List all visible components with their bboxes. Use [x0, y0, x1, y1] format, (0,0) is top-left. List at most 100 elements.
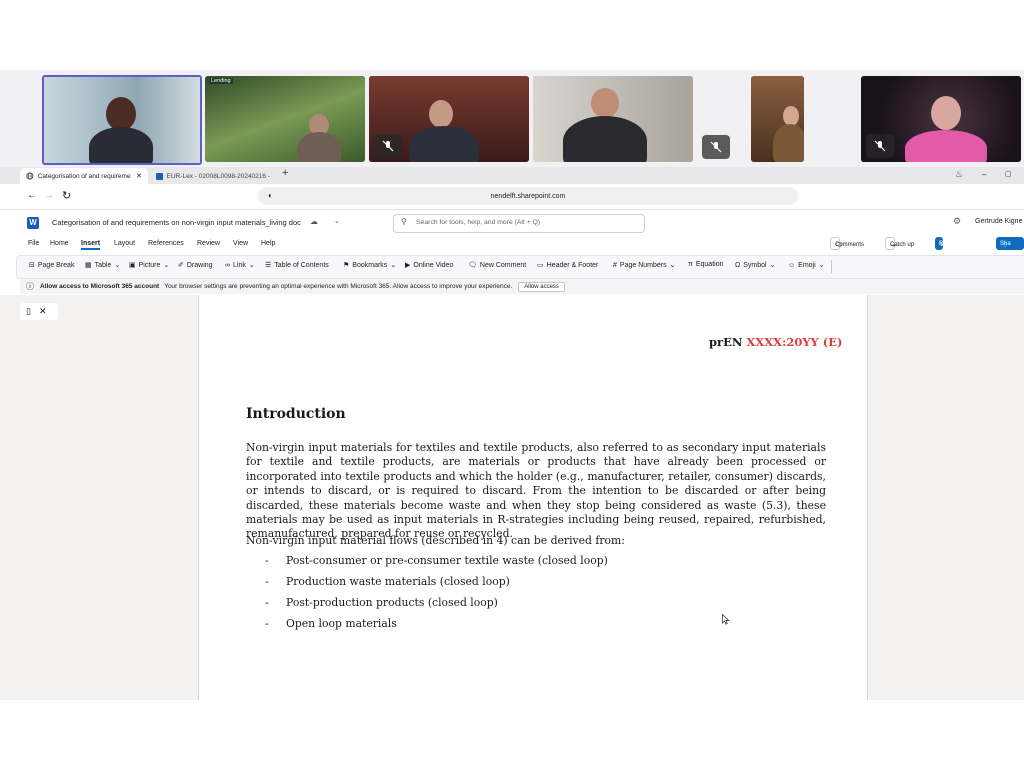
word-menu-bar: File Home Insert Layout References Revie… — [0, 236, 1024, 254]
list-item-text: Open loop materials — [286, 617, 397, 630]
tab-title: EUR-Lex - 02008L0098-20240216 - — [166, 172, 270, 180]
share-button[interactable]: 👥 Sha — [996, 237, 1024, 250]
user-name[interactable]: Gertrude Kigne — [975, 218, 1022, 225]
back-arrow-icon[interactable]: ← — [27, 190, 37, 201]
search-icon: ⚲ — [401, 217, 407, 226]
menu-review[interactable]: Review — [197, 240, 220, 247]
restore-button[interactable]: ▢ — [1005, 170, 1012, 178]
video-icon: ▶ — [405, 262, 411, 269]
link-icon: ∞ — [225, 261, 230, 269]
muted-mic-icon — [702, 135, 730, 159]
chevron-down-icon: ⌄ — [390, 262, 397, 269]
notice-bar: ⓘ Allow access to Microsoft 365 account … — [20, 279, 1024, 294]
document-page[interactable]: prEN XXXX:20YY (E) Introduction Non-virg… — [198, 295, 868, 700]
info-icon: ⓘ — [26, 282, 34, 291]
chevron-down-icon: ⌄ — [818, 262, 825, 269]
tile-label: Lending — [209, 78, 233, 84]
chevron-down-icon: ⌄ — [669, 262, 676, 269]
chevron-down-icon: ⌄ — [769, 262, 776, 269]
paragraph-intro: Non-virgin input materials for textiles … — [246, 441, 826, 541]
header-footer-button[interactable]: ▭ Header & Footer — [537, 261, 598, 270]
header-prefix: prEN — [709, 335, 743, 349]
new-comment-button[interactable]: 🗨 New Comment — [468, 261, 526, 270]
notice-title: Allow access to Microsoft 365 account — [40, 283, 160, 290]
bullet-marker: - — [265, 575, 269, 588]
table-icon: ▦ — [85, 262, 92, 269]
online-video-button[interactable]: ▶ Online Video — [405, 261, 453, 270]
menu-help[interactable]: Help — [261, 240, 275, 247]
menu-layout[interactable]: Layout — [114, 240, 135, 247]
allow-access-button[interactable]: Allow access — [518, 281, 565, 292]
bullet-marker: - — [265, 617, 269, 630]
bullet-marker: - — [265, 554, 269, 567]
symbol-button[interactable]: Ω Symbol ⌄ — [735, 261, 776, 270]
close-icon[interactable]: ✕ — [39, 306, 47, 317]
picture-button[interactable]: ▣ Picture ⌄ — [129, 261, 170, 270]
participant-tile[interactable] — [42, 75, 202, 165]
new-tab-button[interactable]: + — [282, 167, 288, 179]
comments-button[interactable]: 🗨 Comments — [830, 237, 864, 250]
site-info-icon[interactable]: ◐ — [268, 191, 273, 200]
table-button[interactable]: ▦ Table ⌄ — [85, 261, 120, 270]
bullet-marker: - — [265, 596, 269, 609]
page-break-button[interactable]: ⊟ Page Break — [29, 261, 74, 270]
link-button[interactable]: ∞ Link ⌄ — [225, 261, 255, 270]
chevron-down-icon: ⌄ — [939, 242, 945, 248]
muted-mic-icon — [374, 134, 402, 158]
chevron-down-icon[interactable]: ⌄ — [334, 217, 340, 225]
participant-tile[interactable] — [861, 76, 1021, 162]
url-text: nendelft.sharepoint.com — [490, 192, 566, 200]
comment-icon: 🗨 — [468, 262, 477, 269]
settings-gear-icon[interactable]: ⚙ — [953, 216, 961, 227]
word-title-bar: W Categorisation of and requirements on … — [0, 210, 1024, 236]
participant-tile[interactable] — [533, 76, 693, 162]
search-box[interactable]: ⚲ Search for tools, help, and more (Alt … — [393, 214, 645, 233]
chevron-down-icon: ⌄ — [248, 262, 255, 269]
chevron-down-icon: ⌄ — [163, 262, 170, 269]
reload-icon[interactable]: ↻ — [62, 189, 71, 202]
bookmarks-button[interactable]: ⚑ Bookmarks ⌄ — [343, 261, 397, 270]
paragraph-flows: Non-virgin input material flows (describ… — [246, 534, 625, 547]
cloud-sync-icon[interactable]: ☁ — [310, 217, 318, 226]
browser-tab-bar: Categorisation of and requireme ✕ EUR-Le… — [0, 167, 1024, 184]
equation-button[interactable]: π Equation — [688, 261, 723, 268]
menu-file[interactable]: File — [28, 240, 39, 247]
document-header: prEN XXXX:20YY (E) — [709, 335, 842, 349]
page-numbers-button[interactable]: # Page Numbers ⌄ — [613, 261, 676, 270]
url-bar[interactable]: ◐ nendelft.sharepoint.com — [258, 187, 798, 205]
emoji-icon: ☺ — [788, 261, 796, 269]
menu-view[interactable]: View — [233, 240, 248, 247]
minimize-button[interactable]: – — [982, 170, 986, 179]
address-bar-row: ← → ↻ ◐ nendelft.sharepoint.com — [0, 184, 1024, 210]
heading-introduction: Introduction — [246, 406, 346, 422]
close-tab-icon[interactable]: ✕ — [136, 172, 142, 180]
muted-mic-icon — [866, 134, 894, 158]
side-panel-icon[interactable]: ▯ — [26, 306, 31, 317]
browser-tab-active[interactable]: Categorisation of and requireme ✕ — [20, 168, 148, 184]
drawing-button[interactable]: ✐ Drawing — [178, 261, 213, 270]
globe-icon — [26, 172, 34, 180]
participant-tile[interactable]: Lending — [205, 76, 365, 162]
document-title[interactable]: Categorisation of and requirements on no… — [52, 218, 301, 227]
header-code: XXXX:20YY (E) — [746, 335, 843, 349]
bookmark-icon: ⚑ — [343, 262, 350, 269]
reviewing-button[interactable]: ✎ Reviewing ⌄ — [935, 237, 967, 250]
list-item-text: Production waste materials (closed loop) — [286, 575, 510, 588]
menu-references[interactable]: References — [148, 240, 184, 247]
browser-tab[interactable]: EUR-Lex - 02008L0098-20240216 - — [150, 168, 276, 184]
catch-up-button[interactable]: ↝ Catch up — [885, 237, 914, 250]
drawing-icon: ✐ — [178, 262, 184, 269]
eurlex-icon — [156, 172, 163, 180]
picture-icon: ▣ — [129, 262, 136, 269]
emoji-button[interactable]: ☺ Emoji ⌄ — [788, 261, 825, 270]
menu-home[interactable]: Home — [50, 240, 69, 247]
search-placeholder: Search for tools, help, and more (Alt + … — [416, 219, 541, 226]
forward-arrow-icon[interactable]: → — [44, 190, 54, 201]
side-pane-controls: ▯ ✕ — [20, 303, 58, 320]
word-logo-icon: W — [27, 217, 39, 229]
table-of-contents-button[interactable]: ☰ Table of Contents — [265, 261, 329, 270]
notice-message: Your browser settings are preventing an … — [164, 283, 513, 290]
menu-insert[interactable]: Insert — [81, 240, 101, 250]
participant-tile[interactable] — [369, 76, 529, 162]
participant-tile[interactable] — [751, 76, 804, 162]
